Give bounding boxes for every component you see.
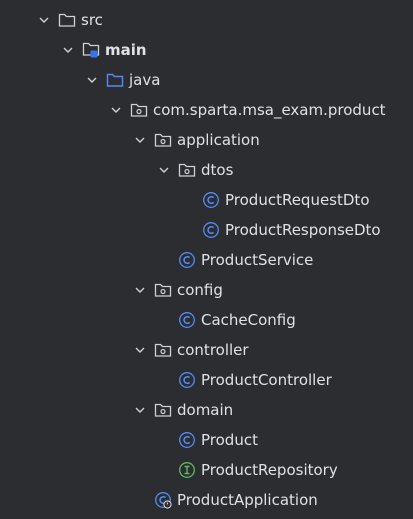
tree-item-label: config bbox=[177, 281, 223, 299]
tree-item-label: domain bbox=[177, 401, 234, 419]
tree-item-main[interactable]: main bbox=[0, 35, 413, 65]
package-icon bbox=[178, 161, 196, 179]
tree-item-label: dtos bbox=[201, 161, 234, 179]
tree-item-label: ProductController bbox=[201, 371, 332, 389]
chevron-down-icon[interactable] bbox=[132, 402, 148, 418]
class-icon bbox=[178, 251, 196, 269]
package-icon bbox=[154, 341, 172, 359]
tree-item-product[interactable]: Product bbox=[0, 425, 413, 455]
tree-item-src[interactable]: src bbox=[0, 5, 413, 35]
chevron-down-icon[interactable] bbox=[132, 282, 148, 298]
project-tree: src main java com.sparta.msa_exam.produc… bbox=[0, 0, 413, 519]
class-icon bbox=[178, 311, 196, 329]
chevron-down-icon[interactable] bbox=[156, 162, 172, 178]
source-folder-icon bbox=[82, 41, 100, 59]
chevron-down-icon[interactable] bbox=[108, 102, 124, 118]
chevron-down-icon[interactable] bbox=[36, 12, 52, 28]
tree-item-label: src bbox=[81, 11, 103, 29]
tree-item-productcontroller[interactable]: ProductController bbox=[0, 365, 413, 395]
chevron-down-icon[interactable] bbox=[60, 42, 76, 58]
tree-item-cacheconfig[interactable]: CacheConfig bbox=[0, 305, 413, 335]
package-icon bbox=[154, 131, 172, 149]
tree-item-label: main bbox=[105, 41, 147, 59]
chevron-down-icon[interactable] bbox=[84, 72, 100, 88]
tree-item-label: java bbox=[129, 71, 161, 89]
tree-item-java[interactable]: java bbox=[0, 65, 413, 95]
tree-item-application[interactable]: application bbox=[0, 125, 413, 155]
package-icon bbox=[154, 401, 172, 419]
tree-item-dtos[interactable]: dtos bbox=[0, 155, 413, 185]
tree-item-label: Product bbox=[201, 431, 258, 449]
tree-item-label: ProductService bbox=[201, 251, 314, 269]
class-icon bbox=[202, 221, 220, 239]
tree-item-productapplication[interactable]: ProductApplication bbox=[0, 485, 413, 515]
chevron-down-icon[interactable] bbox=[132, 132, 148, 148]
java-folder-icon bbox=[106, 71, 124, 89]
tree-item-productservice[interactable]: ProductService bbox=[0, 245, 413, 275]
tree-item-package-root[interactable]: com.sparta.msa_exam.product bbox=[0, 95, 413, 125]
tree-item-label: ProductRepository bbox=[201, 461, 338, 479]
tree-item-productrepository[interactable]: ProductRepository bbox=[0, 455, 413, 485]
tree-item-config[interactable]: config bbox=[0, 275, 413, 305]
interface-icon bbox=[178, 461, 196, 479]
tree-item-controller[interactable]: controller bbox=[0, 335, 413, 365]
package-icon bbox=[130, 101, 148, 119]
tree-item-productrequestdto[interactable]: ProductRequestDto bbox=[0, 185, 413, 215]
tree-item-label: ProductApplication bbox=[177, 491, 318, 509]
tree-item-label: controller bbox=[177, 341, 249, 359]
spring-boot-class-icon bbox=[154, 491, 172, 509]
class-icon bbox=[178, 371, 196, 389]
class-icon bbox=[202, 191, 220, 209]
tree-item-label: CacheConfig bbox=[201, 311, 296, 329]
tree-item-productresponsedto[interactable]: ProductResponseDto bbox=[0, 215, 413, 245]
tree-item-label: application bbox=[177, 131, 260, 149]
class-icon bbox=[178, 431, 196, 449]
tree-item-label: com.sparta.msa_exam.product bbox=[153, 101, 386, 119]
tree-item-label: ProductRequestDto bbox=[225, 191, 370, 209]
tree-item-label: ProductResponseDto bbox=[225, 221, 381, 239]
chevron-down-icon[interactable] bbox=[132, 342, 148, 358]
package-icon bbox=[154, 281, 172, 299]
tree-item-domain[interactable]: domain bbox=[0, 395, 413, 425]
folder-icon bbox=[58, 11, 76, 29]
